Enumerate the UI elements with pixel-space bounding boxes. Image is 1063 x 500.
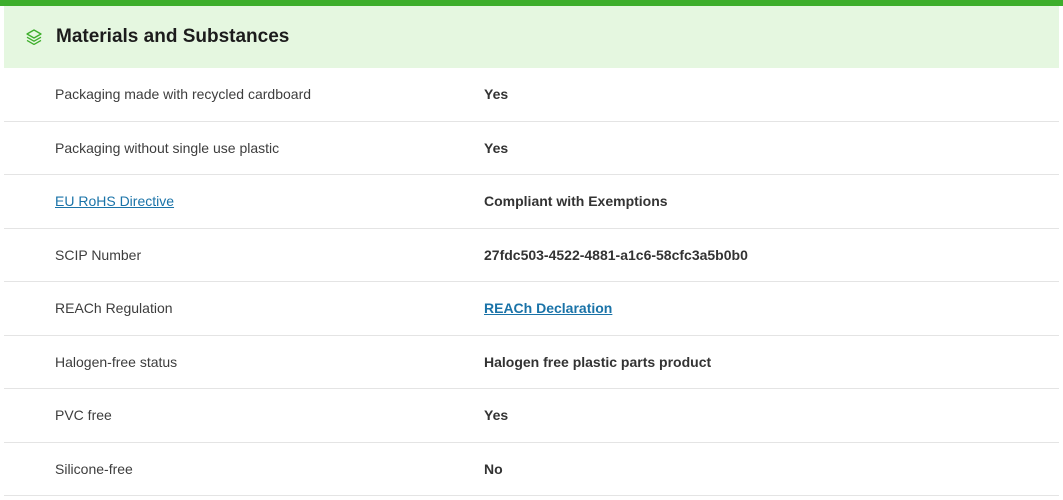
table-row: Packaging without single use plastic Yes [4, 122, 1059, 175]
reach-declaration-link[interactable]: REACh Declaration [484, 300, 612, 316]
row-label: Halogen-free status [55, 353, 178, 370]
table-row: Packaging made with recycled cardboard Y… [4, 68, 1059, 122]
section-header[interactable]: Materials and Substances [4, 6, 1059, 68]
row-value: No [484, 460, 503, 477]
row-label: Silicone-free [55, 460, 133, 477]
table-row: Silicone-free No [4, 443, 1059, 496]
table-row: SCIP Number 27fdc503-4522-4881-a1c6-58cf… [4, 229, 1059, 282]
scip-number-value: 27fdc503-4522-4881-a1c6-58cfc3a5b0b0 [484, 246, 748, 263]
row-label: SCIP Number [55, 246, 142, 263]
row-value: Compliant with Exemptions [484, 193, 668, 210]
layers-icon [25, 28, 43, 46]
row-label: REACh Regulation [55, 300, 173, 317]
section-title: Materials and Substances [56, 26, 290, 47]
row-value: Halogen free plastic parts product [484, 353, 712, 370]
row-value: Yes [484, 407, 509, 424]
row-value: Yes [484, 139, 509, 156]
row-label: Packaging without single use plastic [55, 139, 280, 156]
materials-substances-panel: Materials and Substances Packaging made … [0, 0, 1063, 500]
table-row: EU RoHS Directive Compliant with Exempti… [4, 175, 1059, 229]
table-row: REACh Regulation REACh Declaration [4, 282, 1059, 336]
row-label: Packaging made with recycled cardboard [55, 86, 312, 103]
attributes-table: Packaging made with recycled cardboard Y… [4, 68, 1059, 496]
eu-rohs-directive-link[interactable]: EU RoHS Directive [55, 193, 174, 209]
table-row: PVC free Yes [4, 389, 1059, 443]
row-label: PVC free [55, 407, 112, 424]
table-row: Halogen-free status Halogen free plastic… [4, 336, 1059, 389]
row-value: Yes [484, 86, 509, 103]
